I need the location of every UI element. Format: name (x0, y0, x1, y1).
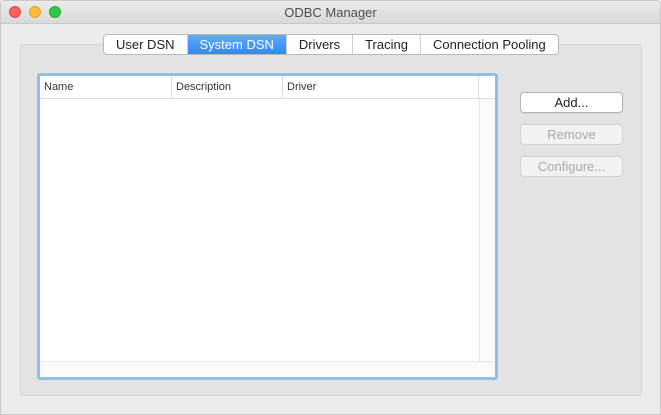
column-header-filler (479, 76, 495, 98)
remove-button[interactable]: Remove (520, 124, 623, 145)
add-button[interactable]: Add... (520, 92, 623, 113)
vertical-scrollbar[interactable] (479, 99, 495, 361)
column-header-description[interactable]: Description (172, 76, 283, 98)
tab-bar: User DSN System DSN Drivers Tracing Conn… (103, 34, 559, 55)
tab-drivers[interactable]: Drivers (287, 35, 354, 54)
odbc-manager-window: ODBC Manager User DSN System DSN Drivers… (0, 0, 661, 415)
tab-system-dsn[interactable]: System DSN (187, 35, 287, 54)
tab-connection-pooling[interactable]: Connection Pooling (421, 35, 558, 54)
tab-tracing[interactable]: Tracing (353, 35, 421, 54)
column-header-name[interactable]: Name (40, 76, 172, 98)
table-header: Name Description Driver (40, 76, 495, 99)
dsn-table[interactable]: Name Description Driver (37, 73, 498, 380)
title-bar[interactable]: ODBC Manager (1, 1, 660, 24)
horizontal-scrollbar[interactable] (40, 361, 495, 377)
tab-user-dsn[interactable]: User DSN (104, 35, 188, 54)
column-header-driver[interactable]: Driver (283, 76, 479, 98)
window-title: ODBC Manager (284, 5, 377, 20)
configure-button[interactable]: Configure... (520, 156, 623, 177)
